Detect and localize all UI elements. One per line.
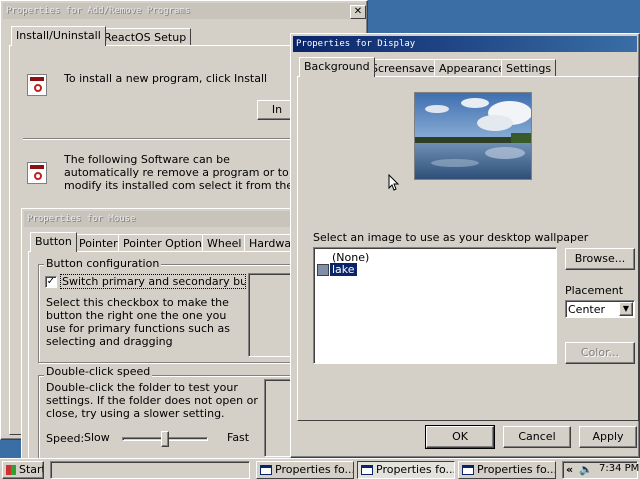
tab-label: Background bbox=[304, 60, 370, 73]
task-button[interactable]: Properties fo... bbox=[256, 461, 354, 479]
clock[interactable]: 7:34 PM bbox=[599, 463, 639, 474]
add-remove-title[interactable]: Properties for Add/Remove Programs bbox=[3, 3, 365, 19]
tab-label: Appearance bbox=[439, 62, 506, 75]
switch-description: Select this checkbox to make the button … bbox=[46, 296, 230, 348]
tab-appearance[interactable]: Appearance bbox=[434, 59, 511, 76]
browse-button[interactable]: Browse... bbox=[565, 248, 635, 270]
placement-value: Center bbox=[568, 303, 606, 316]
speaker-icon[interactable]: 🔈 bbox=[579, 463, 593, 476]
taskbar: Start Properties fo... Properties fo... … bbox=[0, 458, 640, 480]
tab-label: Hardwar bbox=[249, 237, 296, 250]
tab-label: Pointer Options bbox=[123, 237, 208, 250]
tab-reactos-setup[interactable]: ReactOS Setup bbox=[99, 28, 192, 45]
tab-label: Settings bbox=[506, 62, 552, 75]
window-icon bbox=[462, 465, 474, 475]
ok-label: OK bbox=[452, 430, 468, 443]
display-title[interactable]: Properties for Display bbox=[293, 36, 637, 52]
dblclick-legend: Double-click speed bbox=[44, 365, 153, 378]
tab-settings[interactable]: Settings bbox=[501, 59, 557, 76]
tab-label: Button bbox=[35, 235, 72, 248]
tab-label: Wheel bbox=[207, 237, 242, 250]
cancel-label: Cancel bbox=[518, 430, 556, 443]
remove-program-icon bbox=[27, 162, 47, 184]
task-label: Properties fo... bbox=[376, 463, 455, 476]
task-label: Properties fo... bbox=[477, 463, 556, 476]
switch-label[interactable]: Switch primary and secondary buttons bbox=[60, 274, 246, 289]
color-button[interactable]: Color... bbox=[565, 342, 635, 364]
tab-pointer-options[interactable]: Pointer Options bbox=[118, 234, 213, 251]
wallpaper-preview bbox=[414, 92, 532, 180]
wallpaper-prompt: Select an image to use as your desktop w… bbox=[313, 231, 589, 244]
ok-button[interactable]: OK bbox=[425, 425, 495, 449]
cancel-button[interactable]: Cancel bbox=[503, 426, 571, 448]
color-label: Color... bbox=[580, 346, 620, 359]
fast-label: Fast bbox=[227, 431, 250, 444]
mouse-cursor-icon bbox=[388, 174, 400, 191]
start-button[interactable]: Start bbox=[2, 461, 44, 479]
display-properties-window: Properties for Display Background Screen… bbox=[290, 33, 640, 458]
browse-label: Browse... bbox=[574, 252, 626, 265]
mouse-properties-window: Properties for Mouse Button Pointer Poin… bbox=[21, 208, 301, 461]
mouse-title[interactable]: Properties for Mouse bbox=[24, 211, 298, 227]
lake-image bbox=[415, 93, 531, 179]
window-icon bbox=[260, 465, 272, 475]
tab-screensaver[interactable]: Screensaver bbox=[366, 59, 445, 76]
start-label: Start bbox=[19, 463, 44, 476]
tab-label: ReactOS Setup bbox=[104, 31, 187, 44]
placement-label: Placement bbox=[565, 284, 624, 297]
switch-checkbox[interactable]: ✓ bbox=[45, 276, 57, 288]
chevron-left-icon[interactable]: « bbox=[566, 463, 573, 476]
placement-select[interactable]: Center ▼ bbox=[565, 300, 635, 318]
button-config-legend: Button configuration bbox=[44, 257, 162, 270]
slow-label: Slow bbox=[84, 431, 110, 444]
wallpaper-list[interactable]: (None) lake bbox=[313, 247, 557, 364]
tab-background[interactable]: Background bbox=[299, 57, 375, 77]
apply-button[interactable]: Apply bbox=[579, 426, 637, 448]
task-label: Properties fo... bbox=[275, 463, 354, 476]
speed-label: Speed: bbox=[46, 432, 85, 445]
tab-label: Pointer bbox=[79, 237, 118, 250]
separator bbox=[23, 138, 297, 140]
chevron-down-icon[interactable]: ▼ bbox=[619, 302, 633, 316]
speed-slider-thumb[interactable] bbox=[161, 431, 169, 447]
tab-install-uninstall[interactable]: Install/Uninstall bbox=[11, 26, 106, 46]
tab-wheel[interactable]: Wheel bbox=[202, 234, 247, 251]
remove-text: The following Software can be automatica… bbox=[64, 153, 294, 193]
tab-button[interactable]: Button bbox=[30, 232, 77, 252]
task-button[interactable]: Properties fo... bbox=[458, 461, 556, 479]
install-text: To install a new program, click Install bbox=[64, 72, 268, 85]
apply-label: Apply bbox=[592, 430, 624, 443]
dblclick-description: Double-click the folder to test your set… bbox=[46, 381, 258, 420]
install-program-icon bbox=[27, 74, 47, 96]
tab-label: Screensaver bbox=[371, 62, 440, 75]
task-button-active[interactable]: Properties fo... bbox=[357, 461, 455, 479]
window-icon bbox=[361, 465, 373, 475]
system-tray: « 🔈 7:34 PM bbox=[562, 461, 639, 479]
windows-logo-icon bbox=[6, 465, 16, 475]
tab-pointer[interactable]: Pointer bbox=[74, 234, 123, 251]
tab-label: Install/Uninstall bbox=[16, 29, 101, 42]
close-icon[interactable]: ✕ bbox=[350, 5, 366, 19]
list-item-selected[interactable]: lake bbox=[330, 263, 357, 276]
list-item-icon bbox=[317, 264, 329, 276]
install-button-label: In bbox=[271, 103, 283, 116]
quick-launch-bar bbox=[50, 461, 250, 479]
button-preview bbox=[248, 273, 294, 357]
